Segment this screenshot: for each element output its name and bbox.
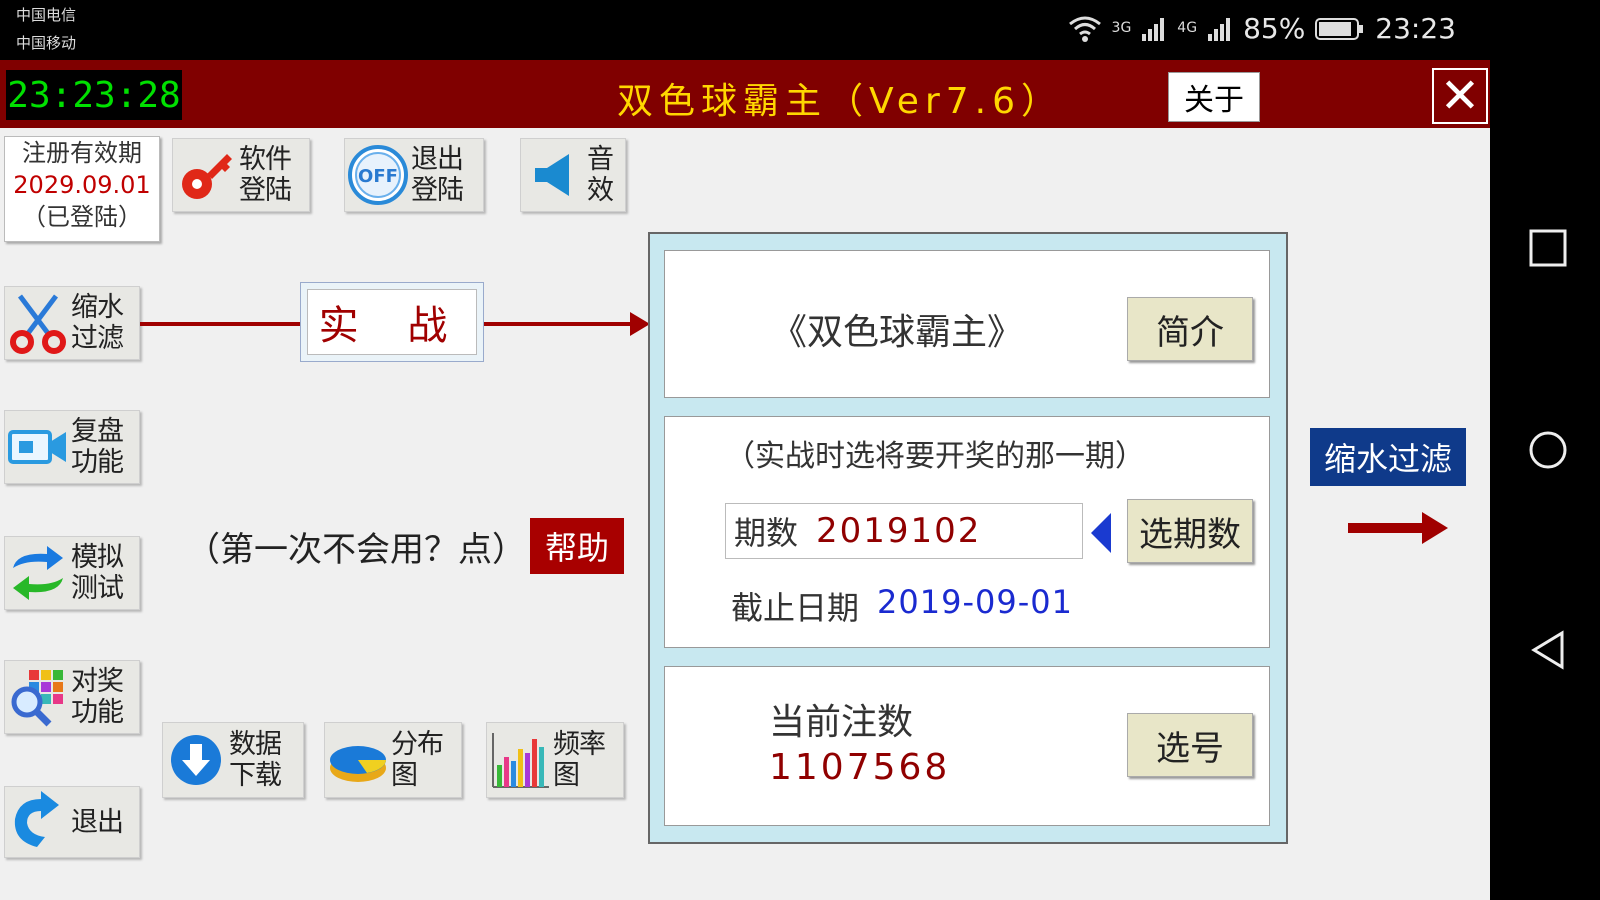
shrink-filter-button[interactable]: 缩水 过滤 <box>4 286 140 360</box>
frequency-chart-label: 频率图 <box>553 729 606 791</box>
replay-button[interactable]: 复盘 功能 <box>4 410 140 484</box>
signal-4g-label: 4G <box>1177 20 1198 36</box>
count-label: 当前注数 <box>769 702 914 743</box>
logout-button[interactable]: OFF 退出 登陆 <box>344 138 484 212</box>
software-login-button[interactable]: 软件 登陆 <box>172 138 310 212</box>
home-icon[interactable] <box>1528 430 1568 470</box>
logout-label: 退出 登陆 <box>411 144 464 206</box>
simulation-test-button[interactable]: 模拟 测试 <box>4 536 140 610</box>
practice-label: 实 战 <box>307 289 477 355</box>
status-right: 3G 4G 85% 23:23 <box>1068 12 1456 45</box>
clock: 23:23:28 <box>6 70 182 120</box>
intro-section: 《双色球霸主》 简介 <box>664 250 1270 398</box>
prize-check-button[interactable]: 对奖 功能 <box>4 660 140 734</box>
prize-check-label: 对奖 功能 <box>71 666 124 728</box>
software-login-label: 软件 登陆 <box>239 144 292 206</box>
help-hint: （第一次不会用？点） <box>186 530 526 570</box>
signal-3g-label: 3G <box>1111 20 1132 36</box>
arrow-right-icon <box>1348 512 1448 544</box>
key-icon <box>173 142 239 208</box>
intro-title: 《双色球霸主》 <box>771 312 1024 353</box>
bar-chart-icon <box>487 727 553 793</box>
recent-apps-icon[interactable] <box>1528 228 1568 268</box>
carrier-1: 中国电信 <box>16 6 77 24</box>
deadline-label: 截止日期 <box>731 589 860 627</box>
close-button[interactable]: ✕ <box>1432 68 1488 124</box>
issue-section: （实战时选将要开奖的那一期） 期数 2019102 选期数 截止日期 2019-… <box>664 416 1270 648</box>
battery-icon <box>1315 17 1364 40</box>
exit-label: 退出 <box>71 806 124 838</box>
scissors-icon <box>5 290 71 356</box>
login-status: （已登陆） <box>22 203 142 231</box>
issue-label: 期数 <box>734 514 799 552</box>
distribution-chart-button[interactable]: 分布图 <box>324 722 462 798</box>
issue-value: 2019102 <box>816 511 982 551</box>
off-icon: OFF <box>345 142 411 208</box>
data-download-button[interactable]: 数据 下载 <box>162 722 304 798</box>
speaker-icon <box>521 142 587 208</box>
deadline-value: 2019-09-01 <box>877 583 1073 621</box>
signal-icon <box>1142 17 1165 41</box>
practice-button[interactable]: 实 战 <box>300 282 484 362</box>
shrink-filter-label: 缩水 过滤 <box>71 292 124 354</box>
connector-line <box>484 322 634 326</box>
connector-line <box>140 322 300 326</box>
sound-button[interactable]: 音效 <box>520 138 626 212</box>
exit-arrow-icon <box>5 789 71 855</box>
back-icon[interactable] <box>1528 630 1568 670</box>
help-button[interactable]: 帮助 <box>530 518 624 574</box>
exit-button[interactable]: 退出 <box>4 786 140 858</box>
triangle-left-icon <box>1091 513 1111 553</box>
sound-label: 音效 <box>587 144 614 206</box>
simulation-test-label: 模拟 测试 <box>71 542 124 604</box>
intro-button[interactable]: 简介 <box>1127 297 1253 361</box>
download-icon <box>163 727 229 793</box>
data-download-label: 数据 下载 <box>229 729 282 791</box>
about-button[interactable]: 关于 <box>1168 72 1260 122</box>
registration-info: 注册有效期 2029.09.01 （已登陆） <box>4 136 160 242</box>
pie-chart-icon <box>325 727 391 793</box>
distribution-chart-label: 分布图 <box>391 729 444 791</box>
issue-field[interactable]: 期数 2019102 <box>725 503 1083 559</box>
main-panel: 《双色球霸主》 简介 （实战时选将要开奖的那一期） 期数 2019102 选期数… <box>648 232 1288 844</box>
app-title: 双色球霸主（Ver7.6） <box>616 81 1064 122</box>
registration-label: 注册有效期 <box>22 139 142 167</box>
select-number-button[interactable]: 选号 <box>1127 713 1253 777</box>
off-icon-text: OFF <box>358 166 398 187</box>
shrink-filter-nav-button[interactable]: 缩水过滤 <box>1310 428 1466 486</box>
registration-date: 2029.09.01 <box>13 171 151 199</box>
video-camera-icon <box>5 414 71 480</box>
issue-hint: （实战时选将要开奖的那一期） <box>725 439 1145 474</box>
count-section: 当前注数 1107568 选号 <box>664 666 1270 826</box>
magnifier-grid-icon <box>5 664 71 730</box>
select-issue-button[interactable]: 选期数 <box>1127 499 1253 563</box>
wifi-icon <box>1068 16 1101 42</box>
replay-label: 复盘 功能 <box>71 416 124 478</box>
carrier-2: 中国移动 <box>16 34 77 52</box>
signal-icon <box>1208 17 1231 41</box>
count-value: 1107568 <box>769 747 951 788</box>
status-time: 23:23 <box>1375 12 1456 45</box>
swap-arrows-icon <box>5 540 71 606</box>
status-bar: 中国电信 中国移动 3G 4G 85% 23:23 <box>0 0 1490 60</box>
frequency-chart-button[interactable]: 频率图 <box>486 722 624 798</box>
battery-percent: 85% <box>1243 12 1306 45</box>
